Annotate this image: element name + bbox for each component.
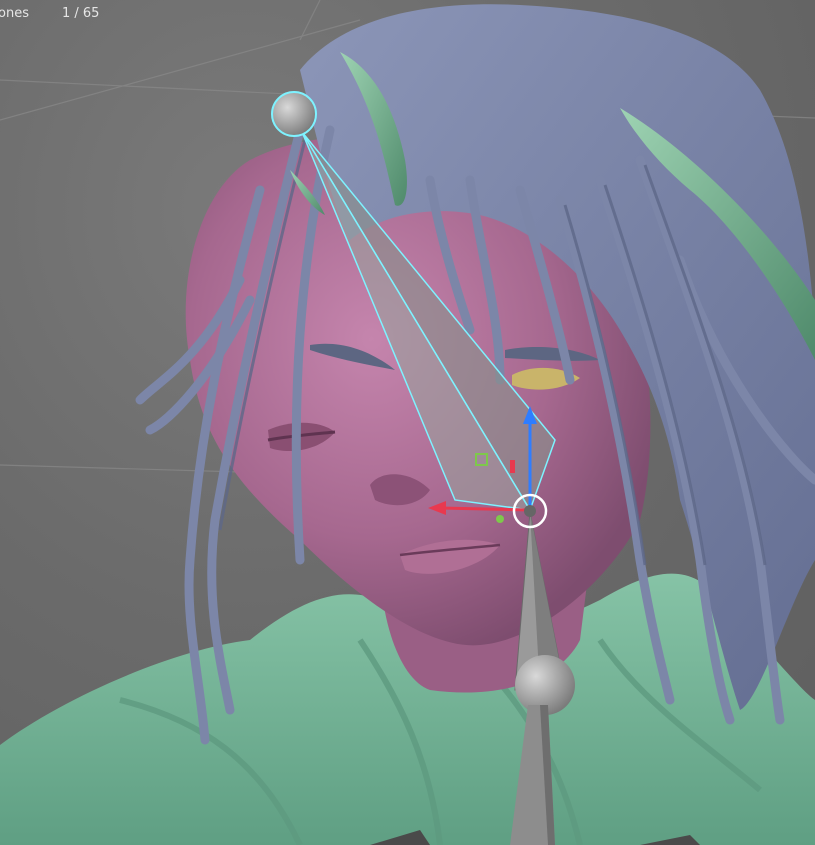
stats-label: ones	[0, 6, 29, 21]
gizmo-x-handle	[510, 460, 515, 473]
gizmo-x-axis	[439, 506, 531, 512]
3d-viewport[interactable]: ones 1 / 65	[0, 0, 815, 845]
gizmo-y-handle	[496, 515, 504, 523]
stats-value: 1 / 65	[62, 6, 100, 21]
viewport-scene[interactable]	[0, 0, 815, 845]
viewport-stats-overlay: ones 1 / 65	[0, 0, 200, 28]
gizmo-center-dot	[524, 505, 536, 517]
